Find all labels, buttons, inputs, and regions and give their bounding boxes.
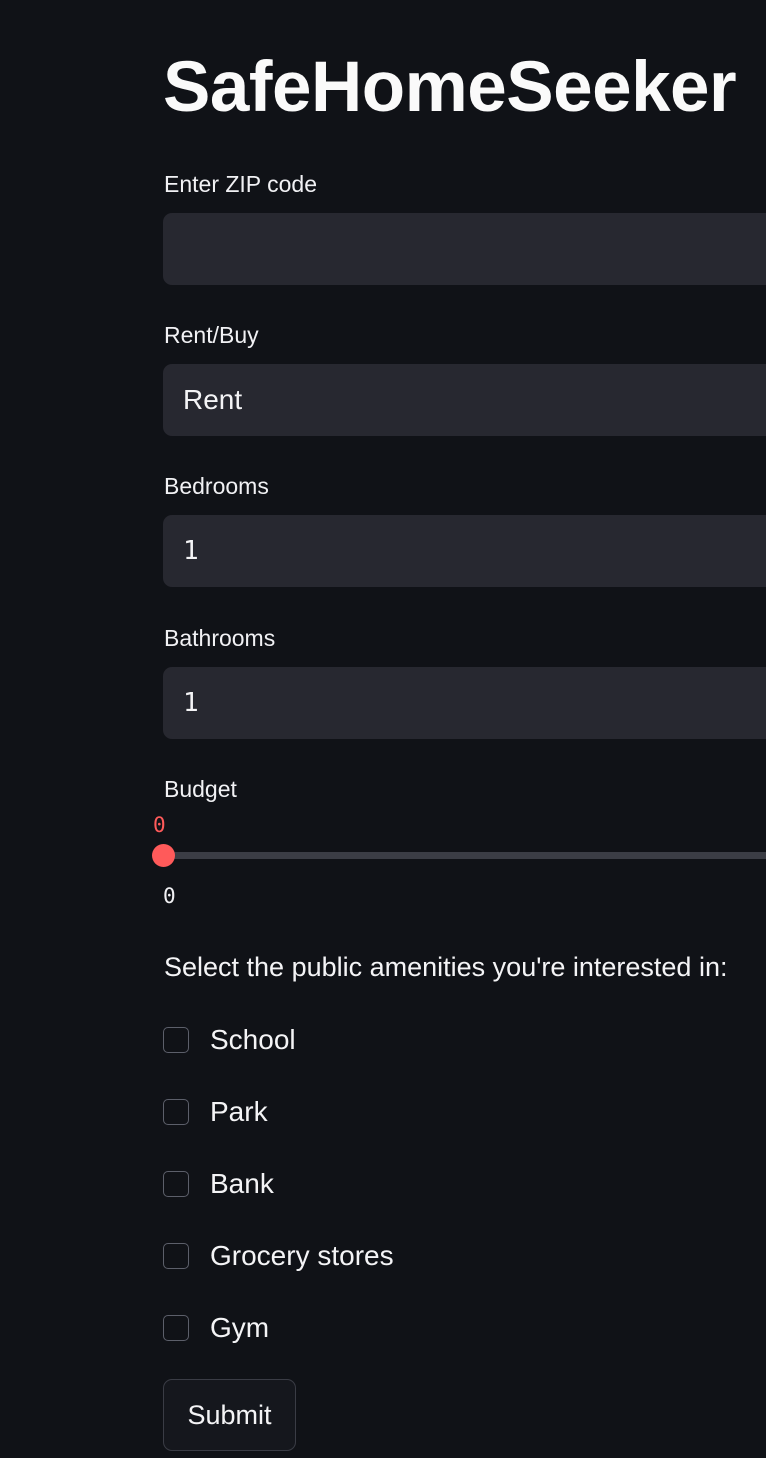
app-page: SafeHomeSeeker Enter ZIP code Rent/Buy R… (0, 0, 766, 1458)
amenity-checkbox-bank[interactable]: Bank (163, 1168, 563, 1201)
checkbox-box[interactable] (163, 1099, 189, 1125)
budget-min-label: 0 (163, 884, 176, 908)
budget-current-value: 0 (153, 813, 166, 837)
checkbox-box[interactable] (163, 1027, 189, 1053)
bedrooms-label: Bedrooms (164, 473, 269, 499)
amenity-checkbox-gym[interactable]: Gym (163, 1312, 563, 1345)
checkbox-label: Bank (210, 1168, 274, 1199)
rent-buy-label: Rent/Buy (164, 322, 259, 348)
rent-buy-select[interactable]: Rent (163, 364, 766, 436)
amenity-checkbox-grocery-stores[interactable]: Grocery stores (163, 1240, 563, 1273)
checkbox-label: School (210, 1024, 296, 1055)
bedrooms-number-input[interactable]: 1 (163, 515, 766, 587)
bathrooms-label: Bathrooms (164, 625, 276, 651)
checkbox-label: Park (210, 1096, 268, 1127)
bathrooms-number-input[interactable]: 1 (163, 667, 766, 739)
bedrooms-value: 1 (183, 536, 199, 566)
amenity-checkbox-park[interactable]: Park (163, 1096, 563, 1129)
checkbox-box[interactable] (163, 1243, 189, 1269)
checkbox-label: Gym (210, 1312, 270, 1343)
amenities-prompt: Select the public amenities you're inter… (164, 952, 728, 982)
bathrooms-value: 1 (183, 688, 199, 718)
budget-label: Budget (164, 776, 237, 802)
zip-input[interactable] (163, 213, 766, 285)
checkbox-box[interactable] (163, 1315, 189, 1341)
checkbox-box[interactable] (163, 1171, 189, 1197)
amenity-checkbox-school[interactable]: School (163, 1024, 563, 1057)
budget-slider-track[interactable] (163, 852, 766, 859)
page-title: SafeHomeSeeker (163, 48, 737, 127)
zip-label: Enter ZIP code (164, 171, 317, 197)
rent-buy-selected-value: Rent (183, 384, 243, 415)
submit-button[interactable]: Submit (163, 1379, 296, 1451)
zip-field-container (163, 213, 766, 285)
budget-slider-thumb[interactable] (152, 844, 175, 867)
checkbox-label: Grocery stores (210, 1240, 394, 1271)
